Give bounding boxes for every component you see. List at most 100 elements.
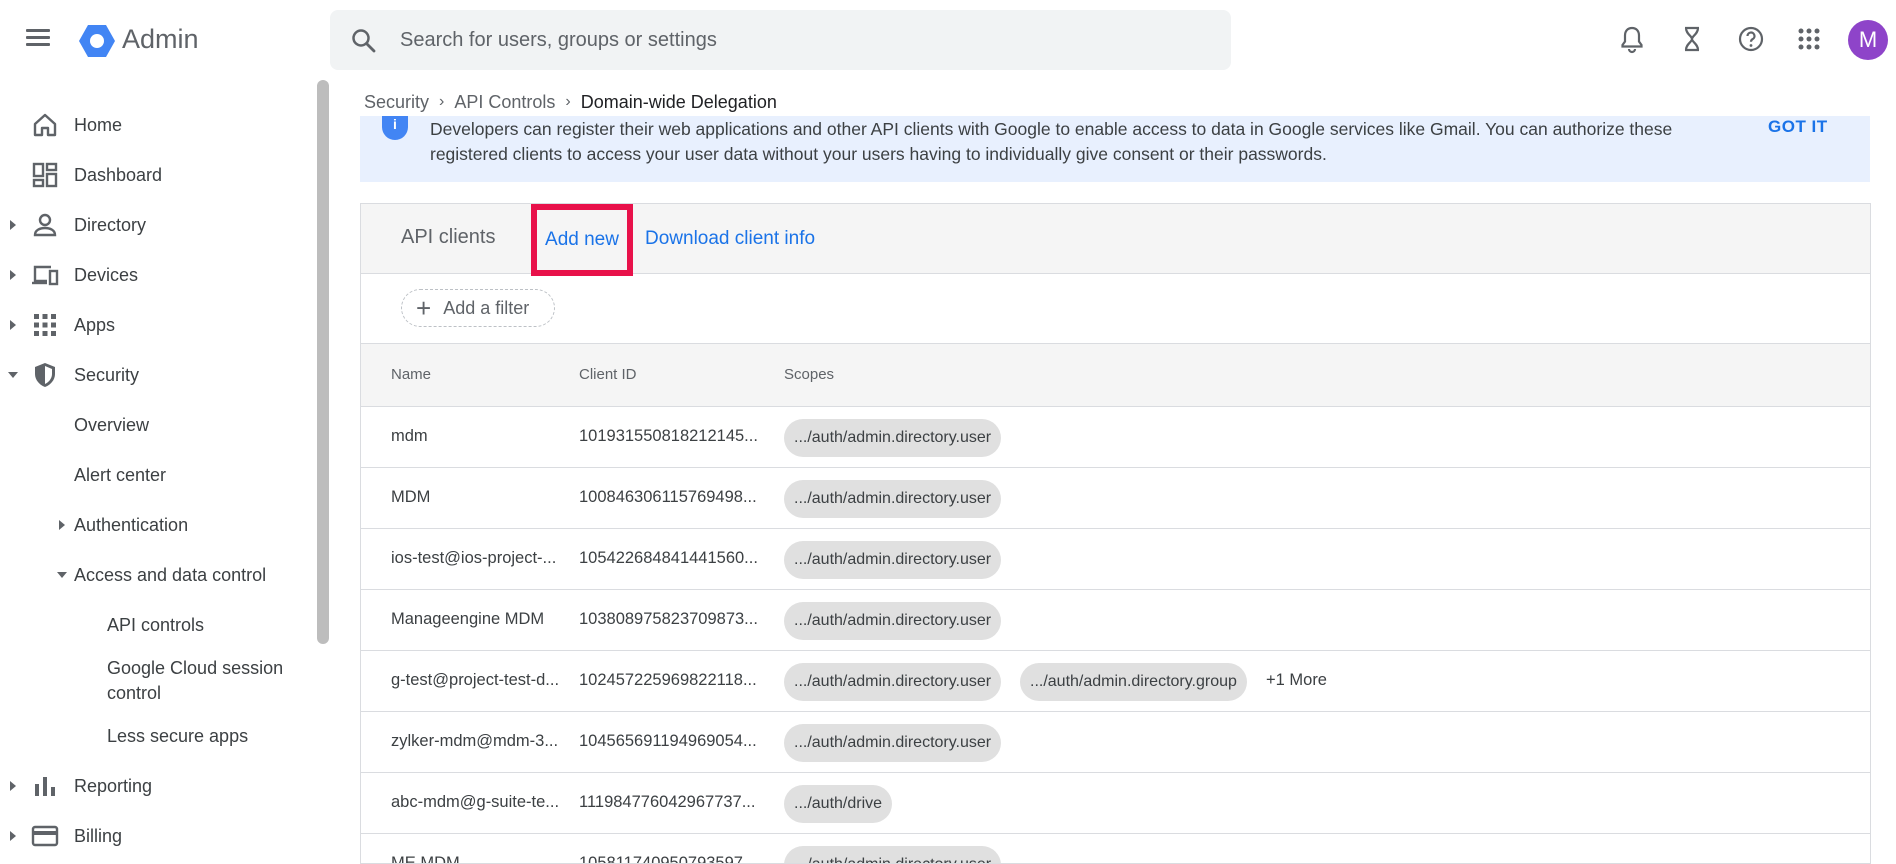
sidebar-item-apps[interactable]: Apps <box>0 305 300 345</box>
card-title: API clients <box>401 226 496 248</box>
search-icon <box>352 29 376 53</box>
column-header-scopes[interactable]: Scopes <box>784 366 834 383</box>
sidebar-item-label: Billing <box>74 825 123 846</box>
client-id: 105422684841441560... <box>579 549 758 567</box>
client-id: 111984776042967737... <box>579 793 756 811</box>
notifications-bell-icon[interactable] <box>1615 22 1649 56</box>
scope-chip: .../auth/admin.directory.user <box>784 480 1002 518</box>
sidebar-item-label: API controls <box>107 614 205 635</box>
sidebar-item-alert-center[interactable]: Alert center <box>74 455 294 495</box>
sidebar-item-directory[interactable]: Directory <box>0 205 300 245</box>
dashboard-icon <box>32 162 58 188</box>
chevron-right-icon: › <box>439 93 445 110</box>
app-name: Admin <box>122 24 199 54</box>
sidebar-item-label: Devices <box>74 264 139 285</box>
expand-caret-icon[interactable] <box>10 270 16 280</box>
table-row[interactable]: mdm 101931550818212145... .../auth/admin… <box>361 407 1870 468</box>
expand-caret-icon[interactable] <box>10 220 16 230</box>
add-new-button[interactable]: Add new <box>531 204 633 276</box>
table-row[interactable]: ME MDM 105811740950793597... .../auth/ad… <box>361 834 1870 863</box>
expand-caret-icon[interactable] <box>10 831 16 841</box>
client-id: 104565691194969054... <box>579 732 757 750</box>
client-id: 103808975823709873... <box>579 610 758 628</box>
sidebar-item-home[interactable]: Home <box>0 105 300 145</box>
sidebar-item-security[interactable]: Security <box>0 355 300 395</box>
hourglass-tasks-icon[interactable] <box>1675 22 1709 56</box>
sidebar-item-label: Apps <box>74 314 116 335</box>
scope-chip: .../auth/admin.directory.user <box>784 541 1002 579</box>
filter-bar: + Add a filter <box>361 274 1870 344</box>
client-name: zylker-mdm@mdm-3... <box>391 732 559 750</box>
sidebar-item-label: Authentication <box>74 514 189 535</box>
scope-chip: .../auth/admin.directory.user <box>784 724 1002 762</box>
search-input[interactable] <box>400 10 1200 70</box>
sidebar-item-label: Alert center <box>74 464 167 485</box>
shield-icon <box>35 363 55 387</box>
client-name: g-test@project-test-d... <box>391 671 560 689</box>
sidebar-item-authentication[interactable]: Authentication <box>0 505 300 545</box>
search-bar[interactable] <box>330 10 1231 70</box>
sidebar-item-api-controls[interactable]: API controls <box>107 605 307 645</box>
breadcrumb-security-link[interactable]: Security <box>364 92 429 113</box>
admin-logo-icon <box>79 25 115 57</box>
sidebar-item-label: Google Cloud session control <box>107 658 284 703</box>
expand-caret-icon[interactable] <box>59 520 65 530</box>
scope-chip: .../auth/admin.directory.group <box>1020 663 1247 701</box>
table-row[interactable]: MDM 100846306115769498... .../auth/admin… <box>361 468 1870 529</box>
got-it-button[interactable]: GOT IT <box>1768 117 1828 137</box>
sidebar-item-label: Access and data control <box>74 564 267 585</box>
sidebar-item-dashboard[interactable]: Dashboard <box>0 155 300 195</box>
client-name: Manageengine MDM <box>391 610 545 628</box>
breadcrumb-api-controls-link[interactable]: API Controls <box>454 92 555 113</box>
sidebar-item-label: Directory <box>74 214 147 235</box>
client-id: 100846306115769498... <box>579 488 757 506</box>
expand-caret-icon[interactable] <box>10 781 16 791</box>
table-row[interactable]: zylker-mdm@mdm-3... 104565691194969054..… <box>361 712 1870 773</box>
scope-chip: .../auth/admin.directory.user <box>784 602 1002 640</box>
sidebar-item-reporting[interactable]: Reporting <box>0 766 300 806</box>
sidebar-item-devices[interactable]: Devices <box>0 255 300 295</box>
expand-caret-icon[interactable] <box>10 320 16 330</box>
main-menu-button[interactable] <box>26 26 56 56</box>
banner-text: Developers can register their web applic… <box>430 119 1673 164</box>
client-name: abc-mdm@g-suite-te... <box>391 793 560 811</box>
sidebar-item-label: Reporting <box>74 775 153 796</box>
breadcrumb: Security › API Controls › Domain-wide De… <box>364 88 777 116</box>
info-banner: i Developers can register their web appl… <box>360 116 1870 182</box>
sidebar-item-access-and-data-control[interactable]: Access and data control <box>0 555 300 595</box>
column-header-client-id[interactable]: Client ID <box>579 366 637 383</box>
collapse-caret-icon[interactable] <box>57 572 67 578</box>
client-name: mdm <box>391 427 428 445</box>
home-icon <box>33 113 57 137</box>
sidebar-item-overview[interactable]: Overview <box>74 405 294 445</box>
account-avatar[interactable]: M <box>1848 20 1888 60</box>
sidebar-item-label: Overview <box>74 414 150 435</box>
client-name: MDM <box>391 488 431 506</box>
chevron-right-icon: › <box>565 93 571 110</box>
sidebar-item-billing[interactable]: Billing <box>0 816 300 856</box>
scope-chip: .../auth/admin.directory.user <box>784 846 1002 863</box>
sidebar-item-less-secure-apps[interactable]: Less secure apps <box>107 716 307 756</box>
help-icon[interactable] <box>1734 22 1768 56</box>
sidebar-item-label: Home <box>74 114 123 135</box>
sidebar-item-label: Security <box>74 364 140 385</box>
client-id: 102457225969822118... <box>579 671 757 689</box>
table-row[interactable]: g-test@project-test-d... 102457225969822… <box>361 651 1870 712</box>
column-header-name[interactable]: Name <box>391 366 431 383</box>
apps-launcher-icon[interactable] <box>1792 22 1826 56</box>
more-scopes-link[interactable]: +1 More <box>1266 671 1327 690</box>
info-icon: i <box>382 116 408 140</box>
client-id: 101931550818212145... <box>579 427 758 445</box>
sidebar-scrollbar[interactable] <box>317 80 329 644</box>
sidebar-item-google-cloud-session-control[interactable]: Google Cloud session control <box>107 655 307 707</box>
scope-chip: .../auth/admin.directory.user <box>784 419 1002 457</box>
download-client-info-button[interactable]: Download client info <box>645 228 815 250</box>
api-clients-card: API clients Add new Download client info… <box>360 203 1871 864</box>
plus-icon: + <box>416 293 432 323</box>
collapse-caret-icon[interactable] <box>8 372 18 378</box>
table-row[interactable]: ios-test@ios-project-... 105422684841441… <box>361 529 1870 590</box>
top-header: Admin M <box>0 0 1896 80</box>
table-row[interactable]: Manageengine MDM 103808975823709873... .… <box>361 590 1870 651</box>
table-row[interactable]: abc-mdm@g-suite-te... 111984776042967737… <box>361 773 1870 834</box>
add-filter-button[interactable]: + Add a filter <box>401 289 555 327</box>
